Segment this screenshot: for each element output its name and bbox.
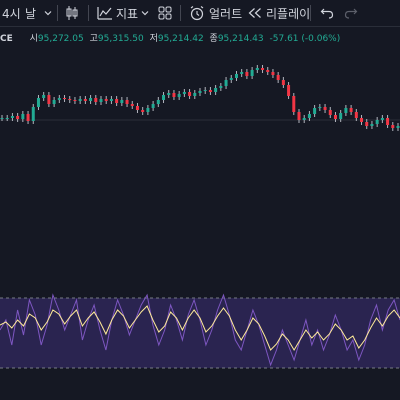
candle-body [167,93,171,95]
candle-body [10,116,14,118]
candle-body [151,104,155,108]
candle-body [52,100,56,104]
candle-body [68,99,72,100]
candle-body [182,92,186,94]
candle-body [360,118,364,122]
candle-body [63,98,67,99]
candle-body [354,112,358,118]
candle-body [380,118,384,120]
candle-body [156,100,160,104]
candle-body [318,107,322,108]
candle-body [130,104,134,106]
candle-body [396,126,400,128]
candle-body [146,108,150,112]
candle-body [307,114,311,118]
candle-body [135,106,139,110]
candle-body [344,108,348,113]
candle-body [349,108,353,112]
candle-body [83,99,87,101]
candle-body [302,118,306,120]
candle-body [292,96,296,112]
candle-body [328,110,332,115]
candle-body [120,100,124,103]
candle-body [234,74,238,78]
candle-body [287,85,291,96]
candle-body [370,124,374,126]
candle-body [99,99,103,102]
candle-body [323,107,327,110]
candle-body [125,100,129,104]
candle-body [375,120,379,124]
oscillator-band [0,298,400,368]
candle-body [255,68,259,70]
candle-body [16,116,20,119]
candle-body [42,95,46,98]
candle-body [21,114,25,119]
candle-body [208,90,212,92]
candle-body [391,125,395,128]
chart-canvas[interactable] [0,0,400,400]
candle-body [271,72,275,75]
candle-body [214,88,218,92]
candle-body [47,95,51,104]
candle-body [224,80,228,86]
candle-body [229,78,233,80]
candle-body [198,91,202,93]
candle-body [219,86,223,88]
candle-body [261,68,265,70]
candle-body [245,72,249,76]
candle-body [109,99,113,101]
candles-layer [0,65,400,131]
candle-body [193,93,197,96]
candle-body [73,100,77,101]
candle-body [386,118,390,125]
candle-body [203,90,207,91]
candle-body [57,98,61,100]
candle-body [141,110,145,112]
candle-body [250,70,254,76]
candle-body [104,99,108,101]
candle-body [188,92,192,96]
candle-body [281,80,285,85]
candle-body [365,122,369,126]
candle-body [177,94,181,97]
candle-body [115,99,119,103]
candle-body [36,98,40,107]
candle-body [94,98,98,102]
candle-body [313,108,317,114]
candle-body [5,118,9,119]
candle-body [172,93,176,97]
candle-body [89,98,93,101]
candle-body [339,113,343,119]
candle-body [276,75,280,80]
candle-body [0,118,4,119]
candle-body [240,72,244,74]
candle-body [78,99,82,101]
candle-body [297,112,301,120]
candle-body [333,115,337,119]
candle-body [162,95,166,100]
candle-body [26,114,30,121]
candle-body [31,107,35,121]
candle-body [266,70,270,72]
